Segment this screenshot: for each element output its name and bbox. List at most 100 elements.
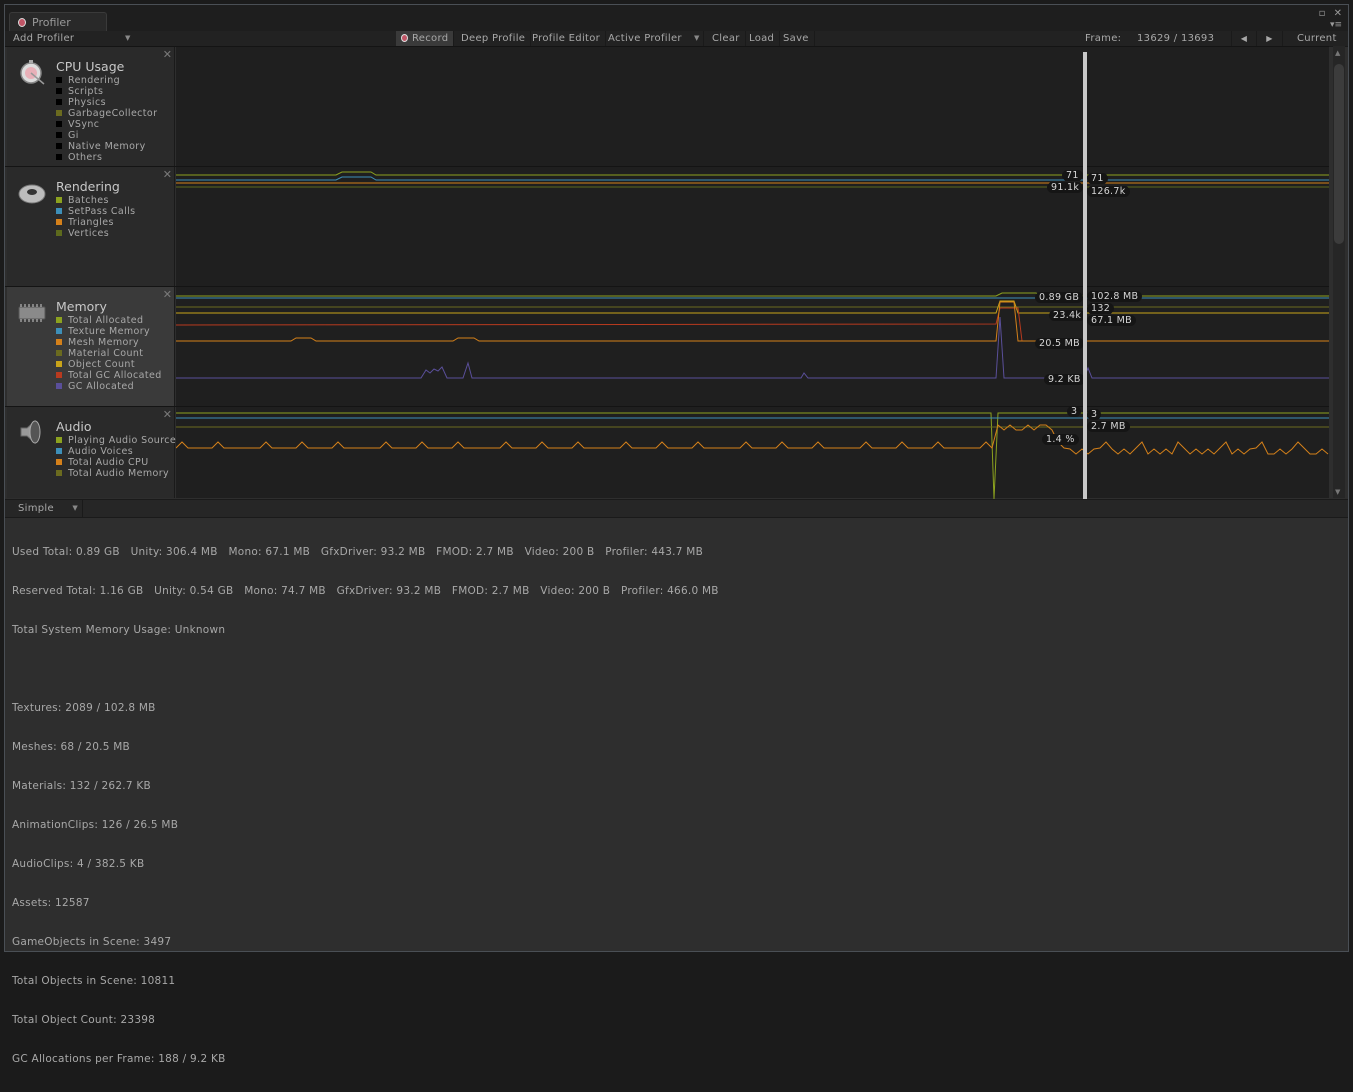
legend-item[interactable]: Total Audio CPU bbox=[56, 457, 182, 468]
value-label: 3 bbox=[1087, 409, 1102, 420]
close-module-icon[interactable]: ✕ bbox=[163, 288, 172, 301]
profile-editor-button[interactable]: Profile Editor bbox=[527, 31, 607, 46]
legend-item[interactable]: Native Memory bbox=[56, 141, 157, 152]
current-frame-button[interactable]: Current bbox=[1297, 31, 1337, 46]
detail-mode-dropdown[interactable]: Simple ▼ bbox=[10, 500, 83, 517]
profiler-tab[interactable]: Profiler bbox=[9, 12, 107, 33]
series-mesh-memory bbox=[176, 301, 1329, 342]
legend-item[interactable]: Playing Audio Sources bbox=[56, 435, 182, 446]
scroll-up-icon[interactable]: ▲ bbox=[1335, 49, 1340, 57]
detail-line bbox=[12, 663, 719, 676]
legend-list: Playing Audio Sources Audio Voices Total… bbox=[56, 435, 182, 479]
detail-line: Reserved Total: 1.16 GB Unity: 0.54 GB M… bbox=[12, 585, 719, 597]
chevron-down-icon: ▼ bbox=[72, 504, 78, 512]
value-label: 1.4 % bbox=[1042, 434, 1079, 445]
rendering-legend[interactable]: Rendering ✕ Batches SetPass Calls Triang… bbox=[7, 167, 175, 286]
record-icon bbox=[401, 34, 408, 42]
legend-item[interactable]: Batches bbox=[56, 195, 136, 206]
module-title: Rendering bbox=[56, 179, 120, 194]
legend-item[interactable]: Object Count bbox=[56, 359, 162, 370]
stopwatch-icon bbox=[20, 60, 45, 85]
close-module-icon[interactable]: ✕ bbox=[163, 168, 172, 181]
value-label: 2.7 MB bbox=[1087, 421, 1130, 432]
arrow-left-icon: ◀ bbox=[1240, 34, 1248, 43]
value-label: 126.7k bbox=[1087, 186, 1130, 197]
series-playing-sources bbox=[176, 412, 1329, 499]
record-label: Record bbox=[412, 33, 449, 44]
detail-line: Total System Memory Usage: Unknown bbox=[12, 624, 226, 636]
prev-frame-button[interactable]: ◀ bbox=[1231, 31, 1257, 46]
legend-item[interactable]: Vertices bbox=[56, 228, 136, 239]
frame-counter: 13629 / 13693 bbox=[1137, 33, 1215, 44]
value-label: 3 bbox=[1067, 406, 1082, 417]
detail-line: GameObjects in Scene: 3497 bbox=[12, 936, 172, 948]
legend-item[interactable]: Audio Voices bbox=[56, 446, 182, 457]
memory-legend[interactable]: Memory ✕ Total Allocated Texture Memory … bbox=[7, 287, 175, 406]
close-module-icon[interactable]: ✕ bbox=[163, 48, 172, 61]
detail-line: AnimationClips: 126 / 26.5 MB bbox=[12, 819, 179, 831]
value-label: 102.8 MB bbox=[1087, 291, 1143, 302]
cpu-usage-legend[interactable]: CPU Usage ✕ Rendering Scripts Physics Ga… bbox=[7, 47, 175, 166]
record-button[interactable]: Record bbox=[396, 31, 455, 46]
detail-line: Used Total: 0.89 GB Unity: 306.4 MB Mono… bbox=[12, 546, 704, 558]
modules-scrollbar[interactable]: ▲ ▼ bbox=[1333, 46, 1345, 498]
chevron-down-icon: ▼ bbox=[694, 34, 700, 42]
audio-legend[interactable]: Audio ✕ Playing Audio Sources Audio Voic… bbox=[7, 407, 181, 498]
value-label: 71 bbox=[1062, 170, 1083, 181]
load-button[interactable]: Load bbox=[744, 31, 781, 46]
value-label: 9.2 KB bbox=[1044, 374, 1085, 385]
detail-line: GC Allocations per Frame: 188 / 9.2 KB bbox=[12, 1053, 226, 1065]
arrow-right-icon: ▶ bbox=[1266, 34, 1273, 43]
cpu-usage-module[interactable]: CPU Usage ✕ Rendering Scripts Physics Ga… bbox=[5, 46, 1329, 166]
maximize-icon[interactable]: ▫ bbox=[1319, 8, 1326, 19]
legend-item[interactable]: Material Count bbox=[56, 348, 162, 359]
legend-item[interactable]: Total Allocated bbox=[56, 315, 162, 326]
memory-graph[interactable]: 0.89 GB 23.4k 20.5 MB 9.2 KB 102.8 MB 13… bbox=[176, 287, 1329, 406]
detail-line: Total Object Count: 23398 bbox=[12, 1014, 156, 1026]
audio-module[interactable]: Audio ✕ Playing Audio Sources Audio Voic… bbox=[5, 406, 1329, 499]
scroll-down-icon[interactable]: ▼ bbox=[1335, 488, 1340, 496]
value-label: 91.1k bbox=[1047, 182, 1084, 193]
rendering-module[interactable]: Rendering ✕ Batches SetPass Calls Triang… bbox=[5, 166, 1329, 286]
active-profiler-label: Active Profiler bbox=[608, 33, 682, 44]
legend-item[interactable]: GC Allocated bbox=[56, 381, 162, 392]
legend-item[interactable]: VSync bbox=[56, 119, 157, 130]
save-button[interactable]: Save bbox=[778, 31, 815, 46]
series-gc-allocated bbox=[176, 316, 1329, 379]
close-module-icon[interactable]: ✕ bbox=[163, 408, 172, 421]
legend-item[interactable]: Scripts bbox=[56, 86, 157, 97]
audio-graph[interactable]: 3 1.4 % 3 2.7 MB bbox=[176, 406, 1329, 499]
scroll-thumb[interactable] bbox=[1334, 64, 1344, 244]
value-label: 23.4k bbox=[1049, 310, 1086, 321]
legend-item[interactable]: Mesh Memory bbox=[56, 337, 162, 348]
active-profiler-dropdown[interactable]: Active Profiler ▼ bbox=[603, 31, 704, 46]
legend-item[interactable]: Physics bbox=[56, 97, 157, 108]
torus-icon bbox=[18, 184, 46, 204]
deep-profile-button[interactable]: Deep Profile bbox=[456, 31, 532, 46]
legend-item[interactable]: Rendering bbox=[56, 75, 157, 86]
legend-item[interactable]: GarbageCollector bbox=[56, 108, 157, 119]
legend-item[interactable]: Total GC Allocated bbox=[56, 370, 162, 381]
clear-button[interactable]: Clear bbox=[707, 31, 746, 46]
context-menu-icon[interactable]: ▾≡ bbox=[1330, 20, 1342, 30]
legend-item[interactable]: Texture Memory bbox=[56, 326, 162, 337]
next-frame-button[interactable]: ▶ bbox=[1257, 31, 1283, 46]
speaker-icon bbox=[20, 419, 41, 445]
memory-module[interactable]: Memory ✕ Total Allocated Texture Memory … bbox=[5, 286, 1329, 406]
detail-line: Meshes: 68 / 20.5 MB bbox=[12, 741, 131, 753]
legend-item[interactable]: SetPass Calls bbox=[56, 206, 136, 217]
audio-lines bbox=[176, 412, 1329, 499]
frame-cursor[interactable] bbox=[1083, 52, 1087, 502]
legend-item[interactable]: Gi bbox=[56, 130, 157, 141]
add-profiler-dropdown[interactable]: Add Profiler ▼ bbox=[13, 31, 133, 46]
module-title: Memory bbox=[56, 299, 107, 314]
profiler-icon bbox=[18, 18, 26, 27]
legend-item[interactable]: Total Audio Memory bbox=[56, 468, 182, 479]
rendering-graph[interactable]: 71 91.1k 71 126.7k bbox=[176, 167, 1329, 286]
legend-item[interactable]: Others bbox=[56, 152, 157, 163]
profiler-modules: CPU Usage ✕ Rendering Scripts Physics Ga… bbox=[5, 46, 1335, 499]
legend-item[interactable]: Triangles bbox=[56, 217, 136, 228]
close-icon[interactable]: ✕ bbox=[1334, 8, 1342, 19]
cpu-usage-graph[interactable] bbox=[176, 47, 1329, 166]
frame-label: Frame: bbox=[1085, 33, 1122, 44]
